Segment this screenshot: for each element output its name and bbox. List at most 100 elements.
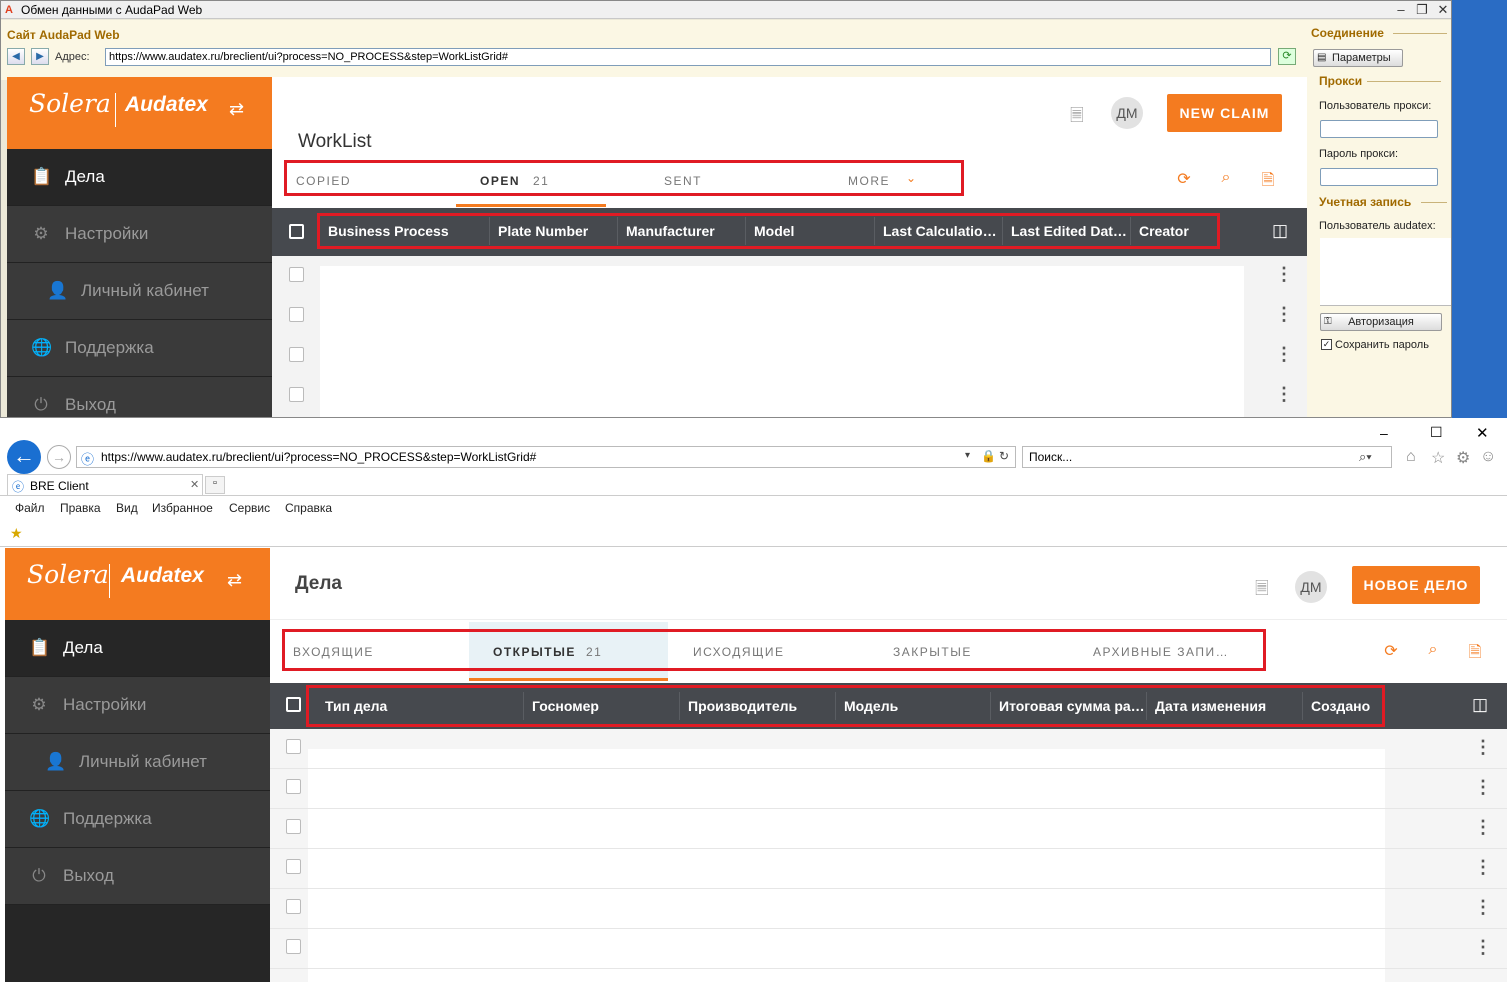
menu-favorites[interactable]: Избранное — [152, 501, 213, 515]
forward-button[interactable]: → — [47, 445, 71, 469]
more-vert-icon[interactable]: ⋮ — [1474, 897, 1492, 918]
row-checkbox[interactable] — [286, 779, 301, 794]
close-button[interactable]: ✕ — [1476, 424, 1489, 442]
audatex-user-input[interactable] — [1320, 238, 1451, 306]
search-icon[interactable]: ⌕ — [1216, 169, 1236, 187]
document-icon[interactable]: 🗏 — [1255, 576, 1269, 605]
restore-button[interactable]: ❐ — [1412, 2, 1432, 17]
ie-tab[interactable]: ⓔ BRE Client ✕ — [7, 474, 203, 496]
address-field[interactable]: https://www.audatex.ru/breclient/ui?proc… — [105, 48, 1271, 66]
export-icon[interactable]: 🗎 — [1258, 169, 1278, 196]
nav-item-settings[interactable]: ⚙ Настройки — [5, 677, 270, 734]
refresh-icon[interactable]: ⟳ — [1381, 641, 1401, 661]
refresh-icon[interactable]: ⟳ — [1174, 169, 1194, 189]
nav-item-logout[interactable]: ⏻ Выход — [7, 377, 272, 417]
proxy-user-input[interactable] — [1320, 120, 1438, 138]
row-checkbox[interactable] — [289, 387, 304, 402]
save-password-checkbox[interactable]: ✓ — [1321, 339, 1332, 350]
menu-view[interactable]: Вид — [116, 501, 138, 515]
column-header[interactable]: Модель — [836, 692, 991, 720]
tab-outgoing[interactable]: ИСХОДЯЩИЕ — [693, 645, 784, 659]
refresh-icon[interactable]: ↻ — [999, 449, 1009, 463]
forward-arrow-icon[interactable]: ▶ — [31, 48, 49, 65]
nav-item-logout[interactable]: ⏻ Выход — [5, 848, 270, 905]
new-claim-button[interactable]: НОВОЕ ДЕЛО — [1352, 566, 1480, 604]
new-claim-button[interactable]: NEW CLAIM — [1167, 94, 1282, 132]
more-vert-icon[interactable]: ⋮ — [1275, 264, 1293, 285]
columns-icon[interactable]: ◫ — [1272, 221, 1288, 241]
gear-icon[interactable]: ⚙ — [1456, 448, 1470, 468]
dropdown-icon[interactable]: ▾ — [965, 450, 970, 461]
nav-item-cases[interactable]: 📋 Дела — [7, 149, 272, 206]
smiley-icon[interactable]: ☺ — [1480, 448, 1496, 466]
more-vert-icon[interactable]: ⋮ — [1474, 737, 1492, 758]
tab-closed[interactable]: ЗАКРЫТЫЕ — [893, 645, 972, 659]
nav-item-settings[interactable]: ⚙ Настройки — [7, 206, 272, 263]
nav-item-profile[interactable]: 👤 Личный кабинет — [5, 734, 270, 791]
back-arrow-icon[interactable]: ◀ — [7, 48, 25, 65]
tab-open[interactable]: ОТКРЫТЫЕ — [493, 645, 576, 659]
row-checkbox[interactable] — [286, 939, 301, 954]
nav-item-profile[interactable]: 👤 Личный кабинет — [7, 263, 272, 320]
params-button[interactable]: ▤ Параметры — [1313, 49, 1403, 67]
chevron-down-icon[interactable]: ⌄ — [906, 171, 916, 185]
column-header[interactable]: Last Edited Dat… — [1003, 217, 1131, 245]
column-header[interactable]: Last Calculatio… — [875, 217, 1003, 245]
back-button[interactable]: ← — [7, 440, 41, 474]
tab-copied[interactable]: COPIED — [296, 174, 351, 188]
column-header[interactable]: Creator — [1131, 217, 1217, 245]
maximize-button[interactable]: ☐ — [1430, 424, 1443, 441]
tab-sent[interactable]: SENT — [664, 174, 702, 188]
more-vert-icon[interactable]: ⋮ — [1474, 857, 1492, 878]
more-vert-icon[interactable]: ⋮ — [1474, 937, 1492, 958]
menu-tools[interactable]: Сервис — [229, 501, 270, 515]
nav-item-support[interactable]: 🌐 Поддержка — [5, 791, 270, 848]
home-icon[interactable]: ⌂ — [1406, 448, 1416, 466]
menu-help[interactable]: Справка — [285, 501, 332, 515]
row-checkbox[interactable] — [289, 307, 304, 322]
tab-more[interactable]: MORE — [848, 174, 890, 188]
search-icon[interactable]: ⌕ — [1423, 641, 1443, 659]
new-tab-button[interactable]: ▫ — [205, 476, 225, 494]
column-header[interactable]: Тип дела — [317, 692, 524, 720]
export-icon[interactable]: 🗎 — [1465, 641, 1485, 668]
auth-button[interactable]: ⚿ Авторизация — [1320, 313, 1442, 331]
ie-address-bar[interactable]: ⓔ https://www.audatex.ru/breclient/ui?pr… — [76, 446, 1016, 468]
column-header[interactable]: Дата изменения — [1147, 692, 1303, 720]
select-all-checkbox[interactable] — [289, 224, 304, 239]
column-header[interactable]: Госномер — [524, 692, 680, 720]
more-vert-icon[interactable]: ⋮ — [1275, 344, 1293, 365]
row-checkbox[interactable] — [286, 899, 301, 914]
column-header[interactable]: Model — [746, 217, 875, 245]
more-vert-icon[interactable]: ⋮ — [1474, 817, 1492, 838]
refresh-icon[interactable]: ⟳ — [1278, 48, 1296, 65]
column-header[interactable]: Business Process — [320, 217, 490, 245]
column-header[interactable]: Производитель — [680, 692, 836, 720]
search-icon[interactable]: ⌕▾ — [1359, 449, 1372, 465]
more-vert-icon[interactable]: ⋮ — [1275, 304, 1293, 325]
columns-icon[interactable]: ◫ — [1472, 695, 1488, 715]
nav-item-cases[interactable]: 📋 Дела — [5, 620, 270, 677]
avatar[interactable]: ДМ — [1111, 97, 1143, 129]
row-checkbox[interactable] — [286, 859, 301, 874]
swap-icon[interactable]: ⇄ — [227, 570, 242, 591]
close-tab-icon[interactable]: ✕ — [190, 478, 199, 491]
tab-archived[interactable]: АРХИВНЫЕ ЗАПИ… — [1093, 645, 1229, 659]
select-all-checkbox[interactable] — [286, 697, 301, 712]
column-header[interactable]: Создано — [1303, 692, 1383, 720]
favorites-star-icon[interactable]: ★ — [10, 525, 23, 542]
star-icon[interactable]: ☆ — [1431, 448, 1445, 468]
minimize-button[interactable]: – — [1380, 425, 1388, 441]
more-vert-icon[interactable]: ⋮ — [1275, 384, 1293, 405]
column-header[interactable]: Итоговая сумма ра… — [991, 692, 1147, 720]
column-header[interactable]: Plate Number — [490, 217, 618, 245]
menu-file[interactable]: Файл — [15, 501, 45, 515]
row-checkbox[interactable] — [286, 819, 301, 834]
row-checkbox[interactable] — [289, 347, 304, 362]
ie-search-box[interactable]: Поиск... ⌕▾ — [1022, 446, 1392, 468]
proxy-password-input[interactable] — [1320, 168, 1438, 186]
document-icon[interactable]: 🗏 — [1070, 103, 1084, 132]
more-vert-icon[interactable]: ⋮ — [1474, 777, 1492, 798]
tab-open[interactable]: OPEN — [480, 174, 520, 188]
nav-item-support[interactable]: 🌐 Поддержка — [7, 320, 272, 377]
